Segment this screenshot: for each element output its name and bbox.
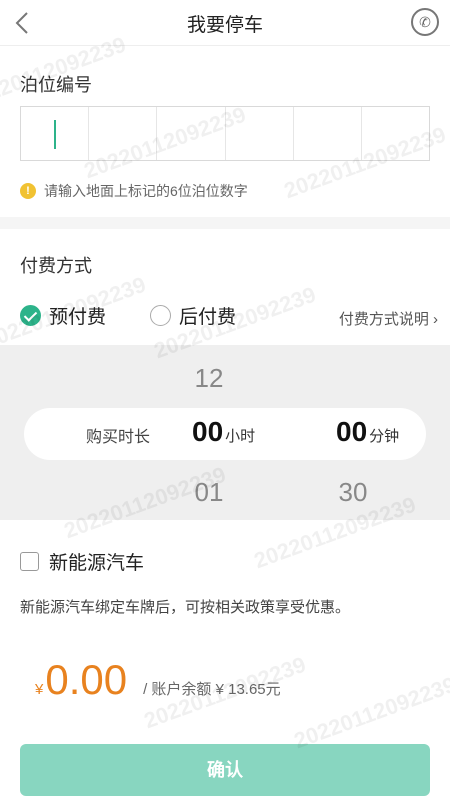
confirm-button[interactable]: 确认 [20, 744, 430, 796]
slot-digit-cell[interactable] [89, 107, 158, 160]
account-balance: / 账户余额 ¥ 13.65元 [143, 681, 281, 698]
slot-hint: ! 请输入地面上标记的6位泊位数字 [20, 181, 248, 201]
slot-digit-cell[interactable] [362, 107, 429, 160]
new-energy-checkbox[interactable]: 新能源汽车 [20, 548, 144, 575]
slot-digit-cell[interactable] [157, 107, 226, 160]
hours-next-value[interactable]: 01 [174, 477, 244, 508]
radio-postpaid-label: 后付费 [179, 307, 237, 328]
duration-label: 购买时长 [86, 429, 151, 446]
slot-label: 泊位编号 [20, 75, 92, 95]
hours-selected[interactable]: 00 小时 [192, 416, 255, 448]
minutes-unit: 分钟 [369, 428, 400, 445]
minutes-selected[interactable]: 00 分钟 [336, 416, 399, 448]
slot-digit-cell[interactable] [294, 107, 362, 160]
empty-circle-icon [150, 305, 171, 326]
warning-icon: ! [20, 183, 36, 199]
radio-prepaid-label: 预付费 [49, 307, 107, 328]
watermark: 20220112092239 [290, 671, 450, 754]
phone-icon: ✆ [419, 14, 431, 30]
currency-symbol: ¥ [35, 681, 44, 698]
slot-digit-cell[interactable] [21, 107, 90, 160]
slot-number-input[interactable] [20, 106, 430, 161]
new-energy-label: 新能源汽车 [49, 553, 145, 574]
new-energy-note: 新能源汽车绑定车牌后，可按相关政策享受优惠。 [20, 599, 351, 616]
section-divider [0, 217, 450, 229]
page-title: 我要停车 [186, 15, 263, 36]
payment-method-info-link[interactable]: 付费方式说明 › [339, 308, 438, 329]
radio-postpaid[interactable]: 后付费 [150, 302, 236, 329]
radio-prepaid[interactable]: 预付费 [20, 302, 106, 329]
text-caret [54, 120, 56, 149]
phone-button[interactable]: ✆ [411, 8, 439, 36]
slot-digit-cell[interactable] [226, 107, 294, 160]
picker-selected-row: 购买时长 00 小时 00 分钟 [24, 408, 426, 460]
hours-value: 00 [192, 416, 224, 447]
checkbox-icon [20, 552, 39, 571]
header-bar: 我要停车 ✆ [0, 0, 450, 46]
check-circle-icon [20, 305, 41, 326]
minutes-next-value[interactable]: 30 [318, 477, 388, 508]
price-summary: ¥ 0.00 / 账户余额 ¥ 13.65元 [35, 656, 281, 704]
hours-prev-value[interactable]: 12 [174, 363, 244, 394]
price-amount: 0.00 [45, 656, 128, 703]
minutes-value: 00 [336, 416, 368, 447]
hours-unit: 小时 [225, 428, 256, 445]
payment-label: 付费方式 [20, 256, 92, 276]
duration-picker[interactable]: 12 购买时长 00 小时 00 分钟 01 30 [0, 345, 450, 520]
slot-hint-text: 请输入地面上标记的6位泊位数字 [44, 183, 248, 199]
